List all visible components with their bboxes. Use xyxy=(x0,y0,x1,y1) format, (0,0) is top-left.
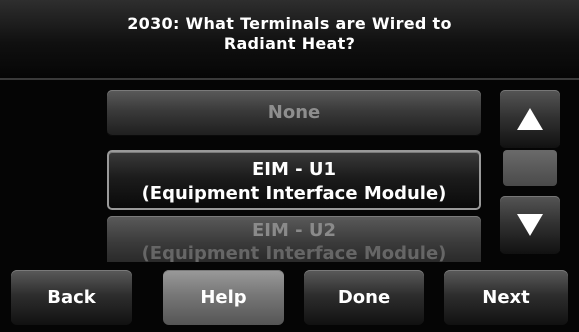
option-eim-u1-sublabel: (Equipment Interface Module) xyxy=(141,183,447,204)
page-title: 2030: What Terminals are Wired to Radian… xyxy=(0,14,579,54)
done-button[interactable]: Done xyxy=(304,270,424,325)
option-eim-u2-sublabel: (Equipment Interface Module) xyxy=(141,243,447,262)
scroll-up-button[interactable] xyxy=(500,90,560,148)
scroll-down-button[interactable] xyxy=(500,196,560,254)
option-eim-u2-label: EIM - U2 xyxy=(251,220,337,241)
back-button[interactable]: Back xyxy=(11,270,132,325)
next-button[interactable]: Next xyxy=(444,270,568,325)
page-title-line1: 2030: What Terminals are Wired to xyxy=(127,14,452,33)
page-title-line2: Radiant Heat? xyxy=(223,34,356,53)
option-eim-u2[interactable]: EIM - U2 (Equipment Interface Module) xyxy=(107,216,481,262)
option-eim-u1-label: EIM - U1 xyxy=(251,159,337,180)
scrollbar-thumb[interactable] xyxy=(503,150,557,186)
option-eim-u1[interactable]: EIM - U1 (Equipment Interface Module) xyxy=(107,150,481,210)
option-none[interactable]: None xyxy=(107,90,481,136)
option-list: None EIM - U1 (Equipment Interface Modul… xyxy=(105,84,483,262)
triangle-down-icon xyxy=(517,214,543,236)
screen-header: 2030: What Terminals are Wired to Radian… xyxy=(0,0,579,80)
help-button[interactable]: Help xyxy=(163,270,284,325)
triangle-up-icon xyxy=(517,108,543,130)
option-none-label: None xyxy=(267,102,321,123)
